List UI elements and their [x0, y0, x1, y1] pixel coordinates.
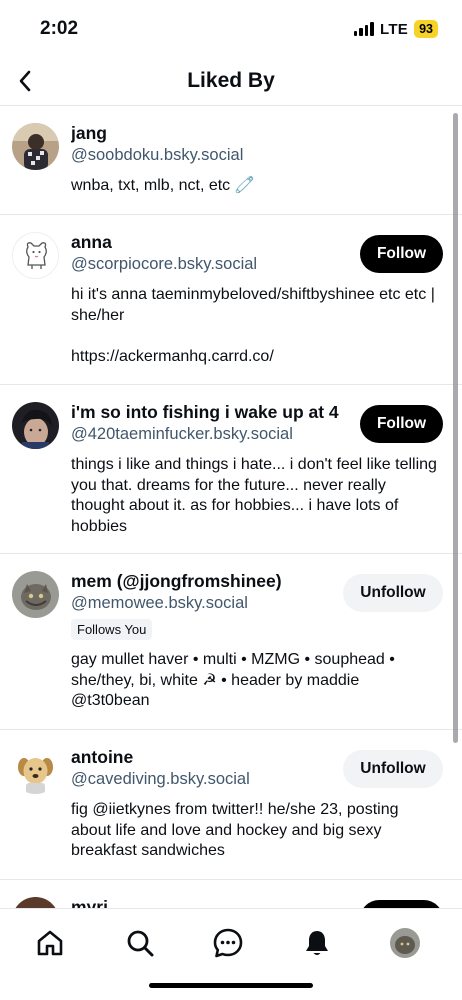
avatar[interactable]	[12, 232, 59, 279]
follow-button[interactable]: Follow	[360, 235, 443, 273]
avatar[interactable]	[12, 402, 59, 449]
list-item[interactable]: antoine @cavediving.bsky.social fig @iie…	[0, 730, 462, 880]
header: Liked By	[0, 58, 462, 106]
user-handle: @soobdoku.bsky.social	[71, 146, 244, 164]
tab-chat[interactable]	[208, 923, 248, 963]
avatar[interactable]	[12, 747, 59, 794]
home-indicator	[149, 983, 313, 988]
bell-icon	[306, 931, 328, 955]
follow-button[interactable]: Follow	[360, 405, 443, 443]
user-bio: wnba, txt, mlb, nct, etc 🧷	[71, 177, 255, 194]
user-bio: fig @iietkynes from twitter!! he/she 23,…	[71, 801, 399, 859]
tab-profile[interactable]	[385, 923, 425, 963]
search-icon	[127, 930, 154, 957]
avatar[interactable]	[12, 123, 59, 170]
profile-avatar	[390, 928, 420, 958]
tab-home[interactable]	[30, 923, 70, 963]
avatar[interactable]	[12, 897, 59, 908]
list-item[interactable]: mem (@jjongfromshinee) @memowee.bsky.soc…	[0, 554, 462, 730]
unfollow-button[interactable]: Unfollow	[343, 574, 443, 612]
list-item[interactable]: myri	[0, 880, 462, 908]
signal-icon	[353, 22, 374, 36]
user-bio: hi it's anna taeminmybeloved/shiftbyshin…	[71, 286, 435, 365]
follow-button[interactable]	[360, 900, 443, 908]
user-bio: things i like and things i hate... i don…	[71, 456, 437, 535]
list-item[interactable]: jang @soobdoku.bsky.social wnba, txt, ml…	[0, 106, 462, 215]
scrollbar[interactable]	[453, 113, 458, 743]
user-bio: gay mullet haver • multi • MZMG • souphe…	[71, 651, 395, 709]
home-icon	[37, 930, 63, 956]
follows-you-badge: Follows You	[71, 619, 153, 640]
tab-notifications[interactable]	[297, 923, 337, 963]
unfollow-button[interactable]: Unfollow	[343, 750, 443, 788]
user-name[interactable]: jang	[71, 122, 442, 144]
page-title: Liked By	[187, 69, 275, 92]
network-label: LTE	[379, 20, 409, 38]
liked-by-list[interactable]: jang @soobdoku.bsky.social wnba, txt, ml…	[0, 106, 462, 908]
status-bar: 2:02 LTE 93	[0, 0, 462, 58]
chat-icon	[213, 928, 243, 958]
status-indicators: LTE 93	[353, 20, 438, 38]
battery-indicator: 93	[414, 20, 438, 38]
list-item[interactable]: i'm so into fishing i wake up at 4 @420t…	[0, 385, 462, 554]
list-item[interactable]: anna @scorpiocore.bsky.social hi it's an…	[0, 215, 462, 385]
status-time: 2:02	[40, 18, 79, 39]
avatar[interactable]	[12, 571, 59, 618]
tab-search[interactable]	[120, 923, 160, 963]
